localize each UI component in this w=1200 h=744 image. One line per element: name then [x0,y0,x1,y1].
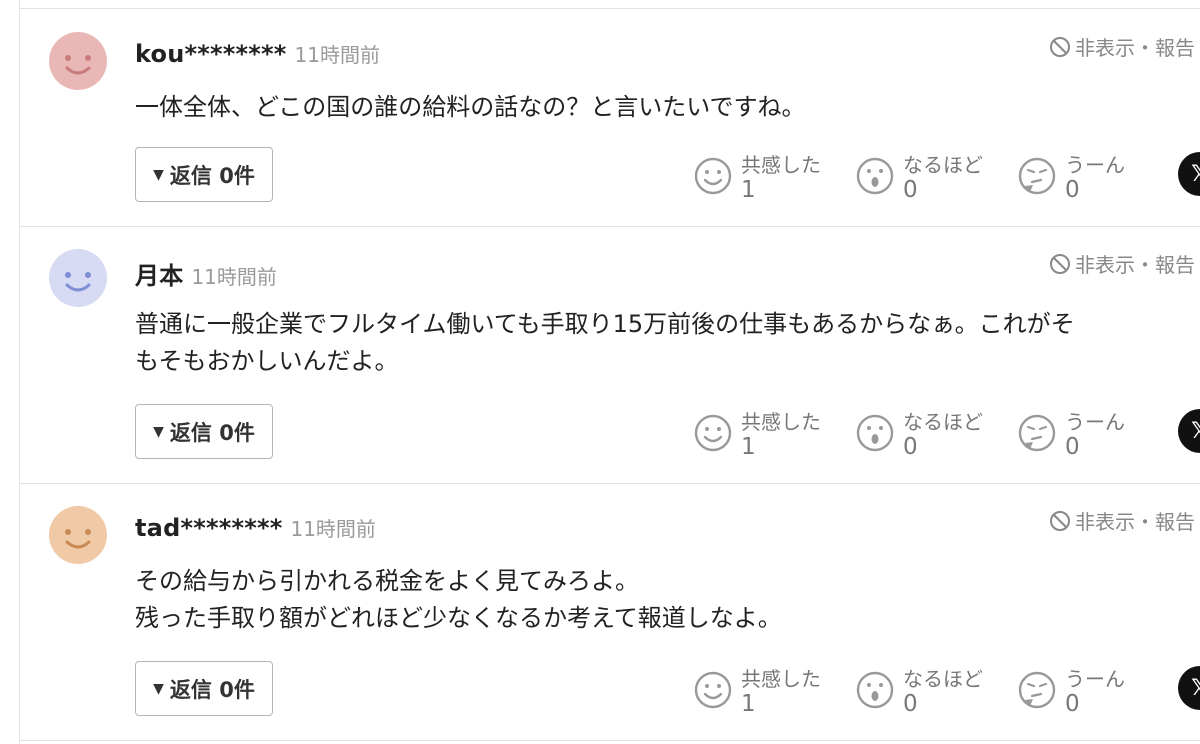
smile-icon [694,671,732,709]
thinking-face-icon [1018,414,1056,452]
timestamp: 11時間前 [191,265,277,289]
comment-line: その給与から引かれる税金をよく見てみろよ。 [135,567,639,595]
reaction-label: うーん [1065,410,1125,434]
reaction-label: なるほど [903,153,983,177]
hide-report-link[interactable]: 非表示・報告 [1049,32,1195,61]
surprised-face-icon [856,671,894,709]
reaction-empathy-button[interactable]: 共感した 1 [693,149,843,209]
smile-icon [694,157,732,195]
username: tad******** [135,514,283,542]
prohibit-icon [1050,36,1070,57]
reaction-count: 0 [903,691,918,717]
username: 月本 [135,262,184,290]
reaction-hmm-button[interactable]: うーん 0 [1017,663,1167,723]
timestamp: 11時間前 [294,43,380,67]
reaction-label: うーん [1065,667,1125,691]
comment-text: その給与から引かれる税金をよく見てみろよ。 残った手取り額がどれほど少なくなるか… [135,563,1200,637]
avatar [49,506,107,564]
reaction-count: 0 [903,177,918,203]
timestamp: 11時間前 [290,517,376,541]
reply-button[interactable]: ▼ 返信 0件 [135,404,273,459]
avatar [49,249,107,307]
hide-report-link[interactable]: 非表示・報告 [1049,249,1195,278]
comment-text: 普通に一般企業でフルタイム働いても手取り15万前後の仕事もあるからなぁ。これがそ… [135,306,1200,380]
surprised-face-icon [856,157,894,195]
smile-icon [694,414,732,452]
reaction-label: 共感した [741,667,821,691]
triangle-down-icon: ▼ [153,423,164,440]
reaction-empathy-button[interactable]: 共感した 1 [693,663,843,723]
reaction-count: 0 [1065,177,1080,203]
comment-item: 月本 11時間前 非表示・報告 普通に一般企業でフルタイム働いても手取り15万前後… [20,226,1200,483]
divider [20,740,1200,741]
x-share-icon[interactable]: 𝕏 [1178,666,1200,710]
hide-report-label: 非表示・報告 [1075,510,1195,534]
reply-label: 返信 0件 [169,163,255,188]
hide-report-link[interactable]: 非表示・報告 [1049,506,1195,535]
prohibit-icon [1050,253,1070,274]
triangle-down-icon: ▼ [153,166,164,183]
reaction-insight-button[interactable]: なるほど 0 [855,663,1005,723]
reaction-count: 0 [1065,691,1080,717]
x-share-icon[interactable]: 𝕏 [1178,152,1200,196]
thinking-face-icon [1018,157,1056,195]
prohibit-icon [1050,510,1070,531]
username: kou******** [135,40,287,68]
comment-line: 残った手取り額がどれほど少なくなるか考えて報道しなよ。 [135,604,782,632]
reaction-hmm-button[interactable]: うーん 0 [1017,149,1167,209]
reaction-label: なるほど [903,667,983,691]
reaction-insight-button[interactable]: なるほど 0 [855,406,1005,466]
reaction-insight-button[interactable]: なるほど 0 [855,149,1005,209]
reply-button[interactable]: ▼ 返信 0件 [135,661,273,716]
avatar [49,32,107,90]
reaction-label: うーん [1065,153,1125,177]
triangle-down-icon: ▼ [153,680,164,697]
comment-line: もそもおかしいんだよ。 [135,347,399,375]
reaction-count: 1 [741,691,756,717]
x-share-icon[interactable]: 𝕏 [1178,409,1200,453]
reaction-label: 共感した [741,153,821,177]
reply-button[interactable]: ▼ 返信 0件 [135,147,273,202]
reply-label: 返信 0件 [169,420,255,445]
reply-label: 返信 0件 [169,677,255,702]
reaction-count: 1 [741,177,756,203]
hide-report-label: 非表示・報告 [1075,253,1195,277]
comment-line: 普通に一般企業でフルタイム働いても手取り15万前後の仕事もあるからなぁ。これがそ [135,310,1075,338]
reaction-count: 0 [1065,434,1080,460]
reaction-hmm-button[interactable]: うーん 0 [1017,406,1167,466]
surprised-face-icon [856,414,894,452]
thinking-face-icon [1018,671,1056,709]
comment-item: tad******** 11時間前 非表示・報告 その給与から引かれる税金をよく見… [20,483,1200,740]
reaction-count: 0 [903,434,918,460]
reaction-label: なるほど [903,410,983,434]
reaction-count: 1 [741,434,756,460]
reaction-label: 共感した [741,410,821,434]
hide-report-label: 非表示・報告 [1075,36,1195,60]
comment-text: 一体全体、どこの国の誰の給料の話なの？と言いたいですね。 [135,89,1200,126]
reaction-empathy-button[interactable]: 共感した 1 [693,406,843,466]
comment-line: 一体全体、どこの国の誰の給料の話なの？と言いたいですね。 [135,93,806,121]
